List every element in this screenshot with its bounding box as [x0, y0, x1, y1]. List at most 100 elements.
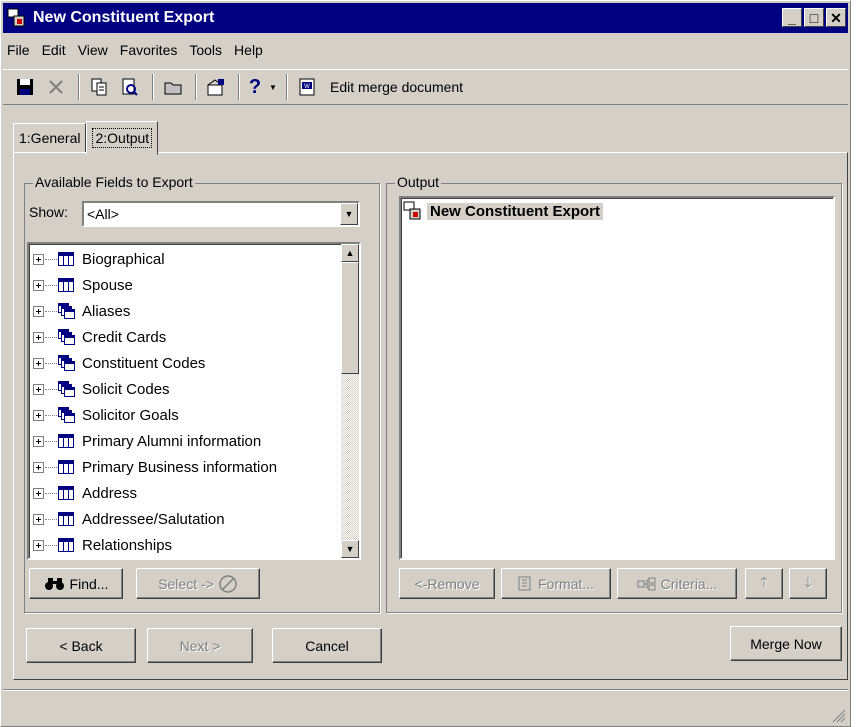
- expand-icon[interactable]: [33, 435, 44, 447]
- tree-item-label: Solicitor Goals: [82, 406, 179, 424]
- expand-icon[interactable]: [33, 513, 44, 525]
- save-icon[interactable]: [11, 73, 39, 101]
- menu-file[interactable]: File: [7, 42, 30, 58]
- tree-scrollbar[interactable]: ▲ ▼: [341, 244, 359, 558]
- tree-connector: [45, 362, 57, 364]
- tree-item[interactable]: Biographical: [33, 246, 165, 272]
- table-icon: [58, 460, 74, 474]
- menu-tools[interactable]: Tools: [189, 42, 222, 58]
- tab-panel: Available Fields to Export Show: <All> ▼…: [13, 152, 848, 680]
- open-folder-icon[interactable]: [159, 73, 187, 101]
- table-icon: [58, 538, 74, 552]
- tree-connector: [45, 440, 57, 442]
- cancel-button[interactable]: Cancel: [272, 628, 382, 663]
- available-fields-group: Available Fields to Export Show: <All> ▼…: [24, 174, 380, 613]
- tree-item[interactable]: Aliases: [33, 298, 130, 324]
- tree-item-label: Primary Alumni information: [82, 432, 262, 450]
- multi-table-icon: [58, 407, 76, 423]
- dropdown-arrow-icon[interactable]: ▼: [268, 73, 278, 101]
- expand-icon[interactable]: [33, 279, 44, 291]
- expand-icon[interactable]: [33, 487, 44, 499]
- available-fields-tree[interactable]: Biographical Spouse Aliases Credit Cards Con…: [27, 242, 361, 560]
- chevron-down-icon[interactable]: ▼: [340, 203, 358, 225]
- tree-item[interactable]: Solicitor Goals: [33, 402, 179, 428]
- toolbar: ? ▼ W Edit merge document: [3, 69, 848, 105]
- help-icon[interactable]: ?: [245, 73, 265, 101]
- remove-button: <-Remove: [399, 568, 495, 599]
- expand-icon[interactable]: [33, 409, 44, 421]
- export-window: New Constituent Export _ □ ✕ File Edit V…: [0, 0, 851, 727]
- format-icon: [518, 576, 531, 590]
- copy-icon[interactable]: [85, 73, 113, 101]
- format-button-label: Format...: [537, 575, 594, 592]
- scroll-down-icon[interactable]: ▼: [341, 540, 359, 558]
- expand-icon[interactable]: [33, 357, 44, 369]
- scroll-thumb[interactable]: [341, 262, 359, 374]
- table-icon: [58, 512, 74, 526]
- back-button[interactable]: < Back: [26, 628, 136, 663]
- scroll-up-icon[interactable]: ▲: [341, 244, 359, 262]
- expand-icon[interactable]: [33, 539, 44, 551]
- svg-text:W: W: [304, 84, 310, 90]
- expand-icon[interactable]: [33, 461, 44, 473]
- format-button: Format...: [501, 568, 611, 599]
- title-bar[interactable]: New Constituent Export _ □ ✕: [3, 3, 848, 33]
- output-root-label: New Constituent Export: [427, 202, 604, 220]
- back-button-label: < Back: [59, 637, 103, 654]
- minimize-icon[interactable]: _: [782, 8, 802, 27]
- move-down-icon: 🡓: [789, 568, 827, 599]
- tab-general[interactable]: 1:General: [13, 123, 87, 153]
- menu-favorites[interactable]: Favorites: [120, 42, 178, 58]
- menu-help[interactable]: Help: [234, 42, 263, 58]
- tree-item[interactable]: Primary Business information: [33, 454, 277, 480]
- print-preview-icon[interactable]: [116, 73, 144, 101]
- output-group: Output New Constituent Export <-Remove F…: [386, 174, 842, 613]
- expand-icon[interactable]: [33, 305, 44, 317]
- delete-icon[interactable]: [42, 73, 70, 101]
- expand-icon[interactable]: [33, 383, 44, 395]
- table-icon: [58, 278, 74, 292]
- expand-icon[interactable]: [33, 253, 44, 265]
- tree-item-label: Relationships: [82, 536, 173, 554]
- close-icon[interactable]: ✕: [826, 8, 846, 27]
- tree-connector: [45, 388, 57, 390]
- show-label: Show:: [29, 204, 68, 220]
- tree-connector: [45, 284, 57, 286]
- expand-icon[interactable]: [33, 331, 44, 343]
- tree-item[interactable]: Address: [33, 480, 137, 506]
- tree-item[interactable]: Constituent Codes: [33, 350, 205, 376]
- maximize-icon[interactable]: □: [804, 8, 824, 27]
- multi-table-icon: [58, 355, 76, 371]
- properties-icon[interactable]: [202, 73, 230, 101]
- menu-edit[interactable]: Edit: [42, 42, 66, 58]
- tab-output[interactable]: 2:Output: [86, 121, 159, 155]
- select-button: Select ->: [136, 568, 260, 599]
- tree-item[interactable]: Relationships: [33, 532, 172, 558]
- export-app-icon: [7, 8, 27, 28]
- tree-item[interactable]: Credit Cards: [33, 324, 166, 350]
- tree-item[interactable]: Primary Alumni information: [33, 428, 261, 454]
- show-filter-select[interactable]: <All> ▼: [82, 201, 360, 227]
- tree-item[interactable]: Spouse: [33, 272, 133, 298]
- tree-item[interactable]: Addressee/Salutation: [33, 506, 225, 532]
- merge-now-button[interactable]: Merge Now: [730, 626, 842, 661]
- tree-item[interactable]: Solicit Codes: [33, 376, 170, 402]
- tree-item-label: Constituent Codes: [82, 354, 206, 372]
- tree-item-label: Biographical: [82, 250, 165, 268]
- output-tree[interactable]: New Constituent Export: [399, 196, 835, 560]
- resize-grip-icon[interactable]: [832, 709, 846, 723]
- menu-view[interactable]: View: [78, 42, 108, 58]
- toolbar-separator: [238, 74, 240, 100]
- word-document-icon[interactable]: W: [293, 73, 321, 101]
- multi-table-icon: [58, 381, 76, 397]
- edit-merge-document-button[interactable]: Edit merge document: [330, 79, 463, 95]
- tree-connector: [45, 544, 57, 546]
- multi-table-icon: [58, 303, 76, 319]
- tree-connector: [45, 518, 57, 520]
- export-root-icon: [403, 201, 421, 220]
- output-root-item[interactable]: New Constituent Export: [403, 200, 604, 222]
- criteria-button-label: Criteria...: [660, 575, 718, 592]
- tab-general-label: 1:General: [19, 130, 81, 146]
- available-fields-label: Available Fields to Export: [33, 174, 195, 190]
- find-button[interactable]: Find...: [29, 568, 123, 599]
